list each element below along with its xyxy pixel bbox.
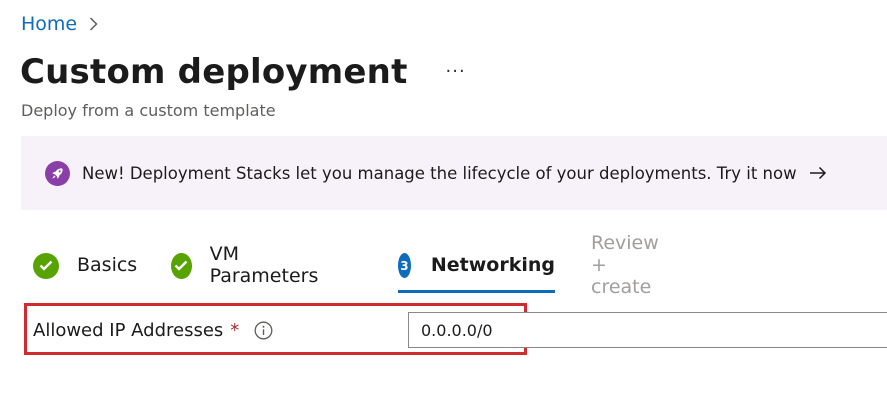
tab-label: VM Parameters: [209, 242, 319, 287]
tab-label: Review + create: [591, 231, 659, 298]
breadcrumb: Home: [21, 13, 98, 35]
title-row: Custom deployment ···: [20, 52, 466, 92]
custom-deployment-page: Home Custom deployment ··· Deploy from a…: [0, 0, 887, 411]
step-number-badge: 3: [398, 253, 411, 278]
page-subtitle: Deploy from a custom template: [21, 101, 276, 120]
required-marker: *: [230, 320, 240, 341]
breadcrumb-home-link[interactable]: Home: [21, 13, 77, 35]
tab-basics[interactable]: Basics: [33, 250, 137, 295]
checkmark-icon: [171, 252, 192, 279]
rocket-icon: [45, 160, 70, 186]
more-options-button[interactable]: ···: [446, 61, 466, 82]
chevron-right-icon: [89, 17, 98, 31]
page-title: Custom deployment: [20, 52, 408, 92]
checkmark-icon: [33, 252, 59, 279]
tab-label: Networking: [430, 253, 555, 276]
tab-vm-parameters[interactable]: VM Parameters: [171, 243, 324, 295]
info-icon[interactable]: [254, 321, 273, 340]
deployment-stacks-banner[interactable]: New! Deployment Stacks let you manage th…: [21, 136, 887, 210]
tab-review-create[interactable]: Review + create: [591, 232, 659, 298]
allowed-ip-label: Allowed IP Addresses *: [33, 320, 273, 341]
arrow-right-icon[interactable]: [809, 166, 827, 180]
allowed-ip-input[interactable]: [408, 312, 887, 348]
field-label-text: Allowed IP Addresses: [33, 320, 224, 341]
tab-label: Basics: [77, 253, 138, 276]
banner-text[interactable]: New! Deployment Stacks let you manage th…: [82, 164, 797, 183]
tab-networking[interactable]: 3 Networking: [398, 250, 555, 295]
